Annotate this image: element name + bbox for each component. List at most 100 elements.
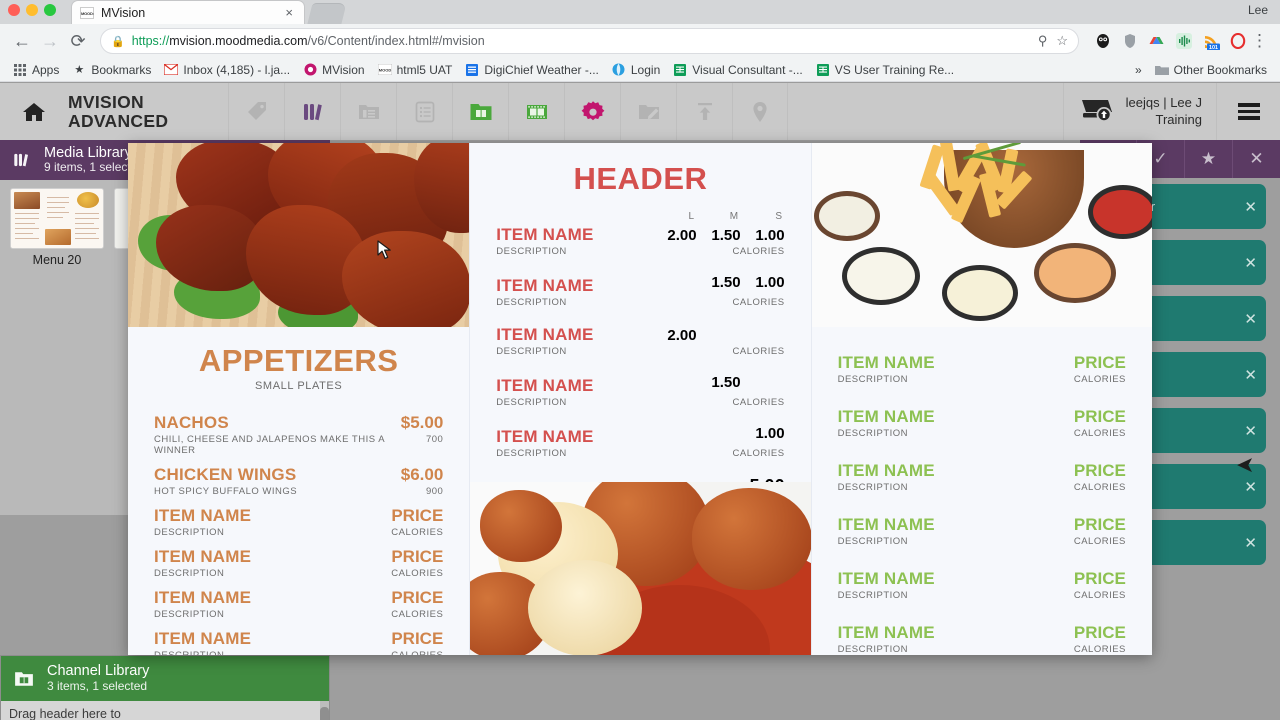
menu-item[interactable]: ITEM NAME PRICE DESCRIPTION CALORIES — [154, 629, 443, 655]
menu-item[interactable]: ITEM NAME PRICE DESCRIPTION CALORIES — [838, 569, 1126, 601]
star-icon[interactable]: ★ — [1184, 140, 1232, 178]
bookmark-apps[interactable]: Apps — [8, 61, 64, 79]
tag-icon[interactable] — [228, 83, 284, 140]
close-tab-button[interactable]: × — [282, 5, 296, 20]
maximize-window-button[interactable] — [44, 4, 56, 16]
dip-cup-ketchup — [1087, 185, 1152, 239]
gear-icon[interactable] — [564, 83, 620, 140]
menu-item-description: DESCRIPTION — [496, 397, 567, 408]
grid-vertical-scrollbar[interactable] — [320, 701, 329, 720]
playlist-folder-icon[interactable] — [340, 83, 396, 140]
list-icon[interactable] — [396, 83, 452, 140]
minimize-window-button[interactable] — [26, 4, 38, 16]
remove-chip-icon[interactable]: ✕ — [1238, 198, 1257, 216]
menu-item[interactable]: ITEM NAME PRICE DESCRIPTION CALORIES — [838, 461, 1126, 493]
other-bookmarks-folder[interactable]: Other Bookmarks — [1150, 61, 1272, 79]
close-window-button[interactable] — [8, 4, 20, 16]
window-controls[interactable] — [8, 4, 56, 16]
bookmark-bookmarks[interactable]: ★ Bookmarks — [67, 61, 156, 79]
save-password-key-icon[interactable]: ⚲ — [1038, 33, 1048, 49]
bookmark-mvision[interactable]: MVision — [298, 61, 369, 79]
other-bookmarks-label: Other Bookmarks — [1173, 62, 1267, 77]
menu-item-descrow: DESCRIPTION CALORIES — [154, 650, 443, 655]
menu-item[interactable]: ITEM NAME PRICE DESCRIPTION CALORIES — [154, 588, 443, 620]
menu-item-description: DESCRIPTION — [496, 346, 567, 357]
url-path: /v6/Content/index.html#/mvision — [307, 34, 485, 48]
menu-item[interactable]: ITEM NAME PRICE DESCRIPTION CALORIES — [838, 353, 1126, 385]
price-s — [741, 327, 785, 344]
menu-item-description: DESCRIPTION — [496, 448, 567, 459]
bookmark-inbox[interactable]: Inbox (4,185) - l.ja... — [159, 61, 295, 79]
user-info: leejqs | Lee J Training — [1126, 95, 1202, 128]
menu-item[interactable]: ITEM NAME 2.00 1.50 1.00 DESCRIPTION CAL… — [496, 225, 784, 257]
price-m: 1.50 — [711, 274, 741, 291]
undo-arrow-icon[interactable]: ➤ — [1236, 452, 1254, 478]
menu-item-calories: CALORIES — [1073, 428, 1126, 439]
feed-extension-icon[interactable]: 101 — [1201, 32, 1220, 51]
menu-item[interactable]: ITEM NAME PRICE DESCRIPTION CALORIES — [154, 506, 443, 538]
grid-group-drop-area[interactable]: Drag header here to — [1, 701, 329, 720]
menu-item[interactable]: ITEM NAME PRICE DESCRIPTION CALORIES — [838, 515, 1126, 547]
browser-tab-mvision[interactable]: MOOD: MVision × — [72, 1, 304, 24]
remove-chip-icon[interactable]: ✕ — [1238, 310, 1257, 328]
menu-item[interactable]: ITEM NAME PRICE DESCRIPTION CALORIES — [838, 407, 1126, 439]
menu-item[interactable]: ITEM NAME 2.00 DESCRIPTION CALORIES — [496, 325, 784, 357]
menu-item[interactable]: ITEM NAME 1.00 DESCRIPTION CALORIES — [496, 425, 784, 459]
bookmarks-overflow-button[interactable]: » — [1130, 61, 1147, 79]
remove-chip-icon[interactable]: ✕ — [1238, 366, 1257, 384]
bookmark-visual-consultant[interactable]: Visual Consultant -... — [668, 61, 808, 79]
menu-item-price-set: 1.00 — [653, 425, 784, 442]
menu-item[interactable]: ITEM NAME PRICE DESCRIPTION CALORIES — [154, 547, 443, 579]
upload-icon[interactable] — [676, 83, 732, 140]
bookmark-digichief-weather[interactable]: DigiChief Weather -... — [460, 61, 604, 79]
menu-item[interactable]: CHICKEN WINGS $6.00 HOT SPICY BUFFALO WI… — [154, 465, 443, 497]
user-menu[interactable]: leejqs | Lee J Training — [1062, 83, 1216, 140]
opera-extension-icon[interactable] — [1228, 32, 1247, 51]
bookmark-star-icon[interactable]: ☆ — [1056, 33, 1068, 49]
menu-item-price-set: 2.00 1.50 1.00 — [653, 227, 784, 244]
menu-item[interactable]: NACHOS $5.00 CHILI, CHEESE AND JALAPENOS… — [154, 413, 443, 456]
media-thumbnail[interactable] — [10, 188, 104, 249]
menu-item[interactable]: ITEM NAME 1.50 1.00 DESCRIPTION CALORIES — [496, 274, 784, 308]
address-bar[interactable]: 🔒 https://mvision.moodmedia.com/v6/Conte… — [100, 28, 1079, 54]
back-button[interactable]: ← — [8, 27, 36, 55]
menu-item-descrow: DESCRIPTION CALORIES — [496, 448, 784, 459]
bookmark-vs-user-training[interactable]: VS User Training Re... — [811, 61, 959, 79]
media-item-menu20[interactable]: Menu 20 — [10, 188, 104, 267]
scrollbar-thumb[interactable] — [320, 707, 329, 720]
forward-button[interactable]: → — [36, 27, 64, 55]
remove-chip-icon[interactable]: ✕ — [1238, 422, 1257, 440]
menu-item-description: DESCRIPTION — [154, 609, 225, 620]
home-icon[interactable] — [0, 83, 68, 140]
remove-chip-icon[interactable]: ✕ — [1238, 534, 1257, 552]
svg-text:101: 101 — [1209, 45, 1218, 50]
sheet-icon — [465, 63, 479, 77]
new-tab-button[interactable] — [307, 3, 347, 24]
menu-preview-overlay[interactable]: APPETIZERS SMALL PLATES NACHOS $5.00 CHI… — [128, 143, 1152, 655]
remove-chip-icon[interactable]: ✕ — [1238, 254, 1257, 272]
edit-folder-icon[interactable] — [620, 83, 676, 140]
menu-item-row: ITEM NAME PRICE — [838, 623, 1126, 643]
hamburger-menu-icon[interactable] — [1216, 83, 1280, 140]
menu-item-descrow: DESCRIPTION CALORIES — [838, 590, 1126, 601]
remove-chip-icon[interactable]: ✕ — [1238, 478, 1257, 496]
film-strip-icon[interactable] — [508, 83, 564, 140]
drive-extension-icon[interactable] — [1147, 32, 1166, 51]
menu-item-descrow: DESCRIPTION CALORIES — [496, 246, 784, 257]
lock-icon: 🔒 — [111, 35, 125, 48]
menu-thumbnail-art — [11, 189, 103, 248]
media-library-icon[interactable] — [284, 83, 340, 140]
location-pin-icon[interactable] — [732, 83, 788, 140]
bookmark-html5-uat[interactable]: MOOD html5 UAT — [373, 61, 458, 79]
reload-button[interactable]: ⟳ — [64, 27, 92, 55]
menu-item[interactable]: ITEM NAME PRICE DESCRIPTION CALORIES — [838, 623, 1126, 655]
owl-extension-icon[interactable] — [1093, 32, 1112, 51]
bookmark-login[interactable]: Login — [607, 61, 665, 79]
menu-item[interactable]: ITEM NAME 1.50 DESCRIPTION CALORIES — [496, 374, 784, 408]
shield-extension-icon[interactable] — [1120, 32, 1139, 51]
channel-library-icon[interactable] — [452, 83, 508, 140]
menu-item-row: ITEM NAME 2.00 1.50 1.00 — [496, 225, 784, 245]
close-icon[interactable]: ✕ — [1232, 140, 1280, 178]
browser-menu-icon[interactable]: ⋮ — [1247, 31, 1272, 51]
audio-extension-icon[interactable] — [1174, 32, 1193, 51]
